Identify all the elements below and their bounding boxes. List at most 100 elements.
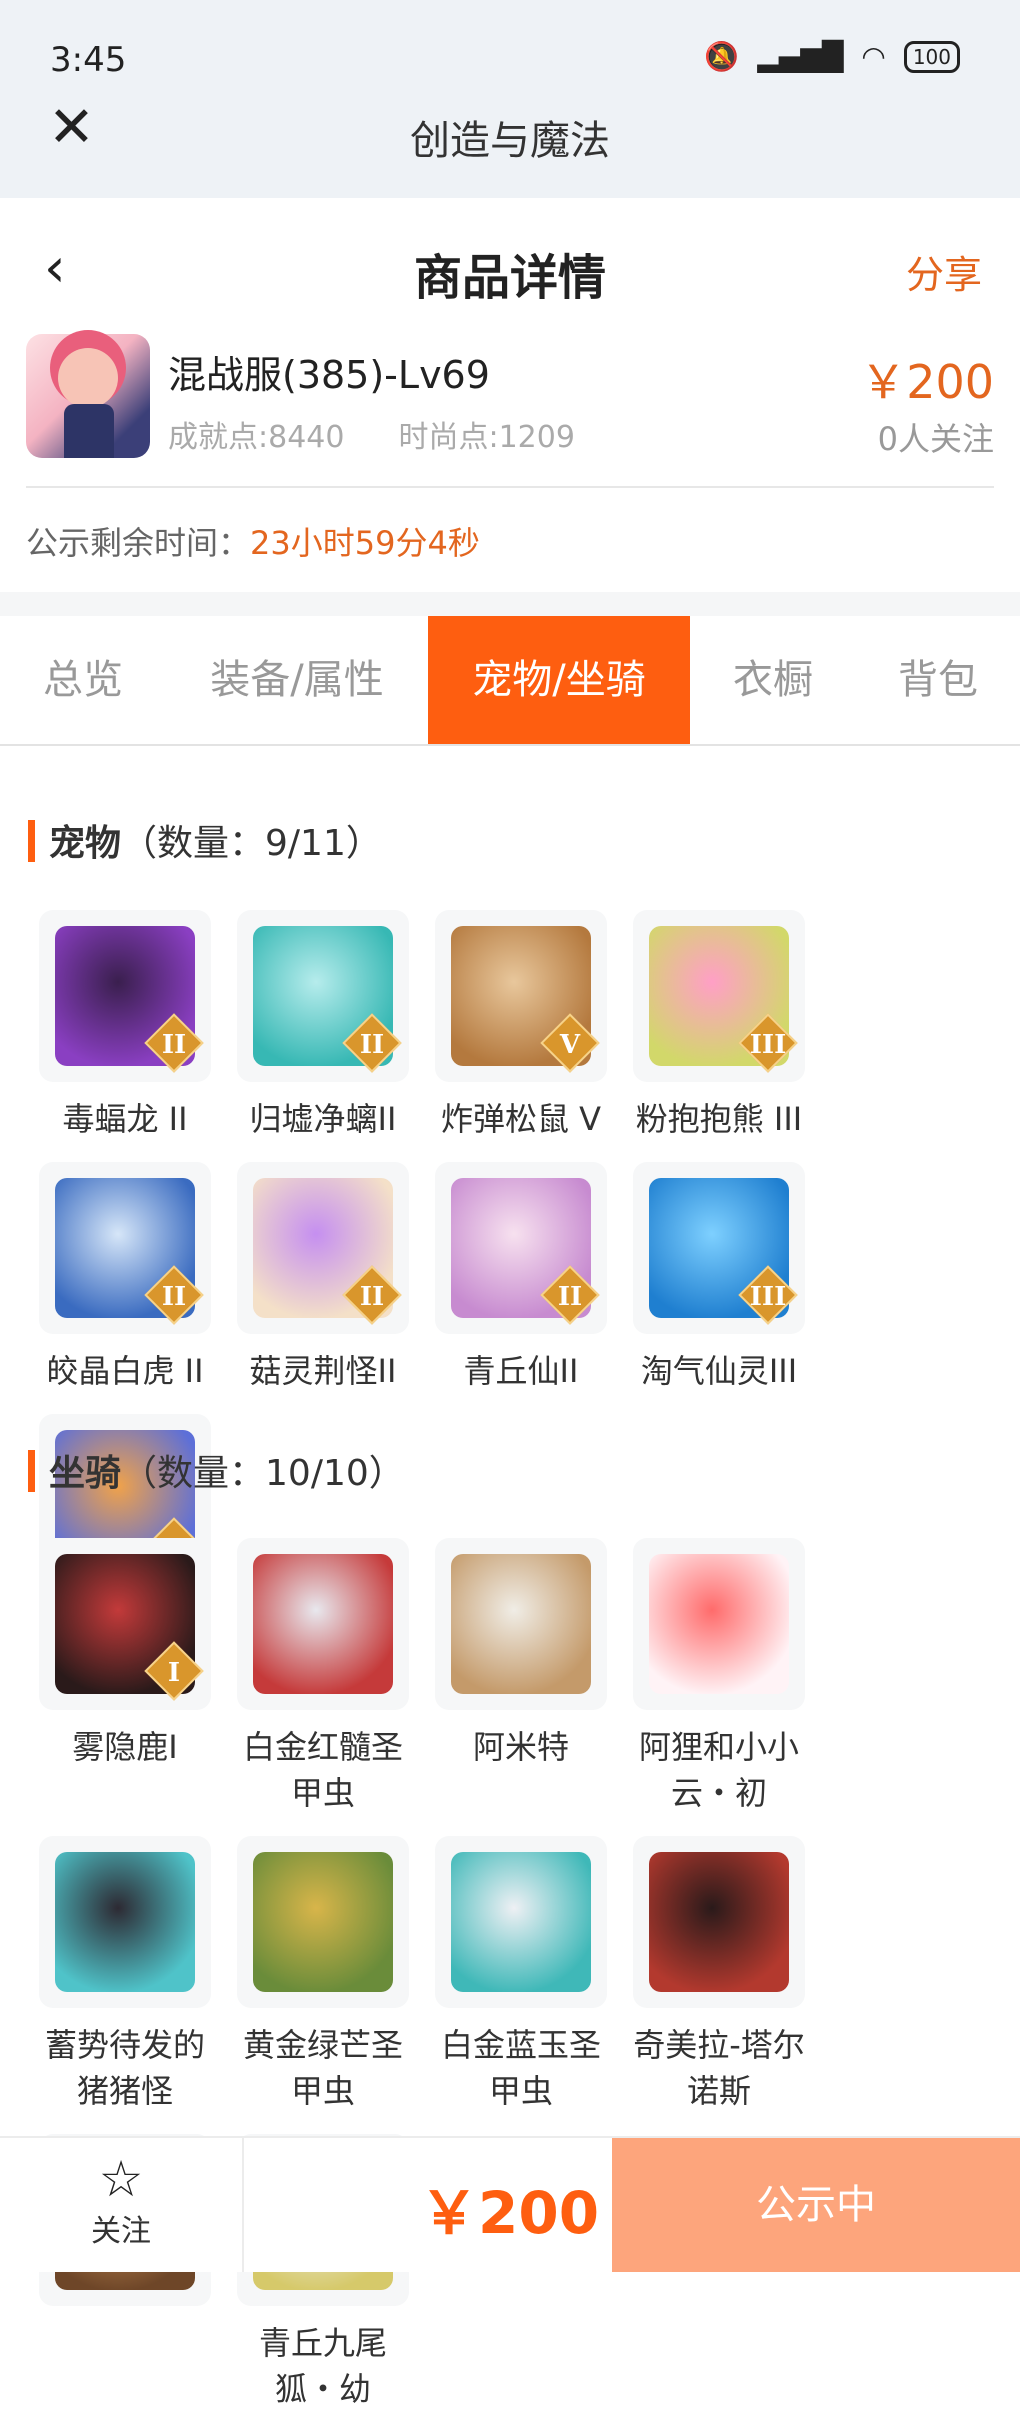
pet-item-label: 归墟净螭II xyxy=(249,1100,397,1138)
pet-item[interactable]: II 菇灵荆怪II xyxy=(224,1162,422,1394)
bottom-price: ￥200 xyxy=(420,2179,600,2247)
timer-value: 23小时59分4秒 xyxy=(250,524,480,562)
product-summary: 混战服(385)-Lv69 成就点:8440 时尚点:1209 ￥200 0人关… xyxy=(26,334,994,488)
star-icon: ☆ xyxy=(98,2150,144,2208)
pet-item-label: 毒蝠龙 II xyxy=(62,1100,188,1138)
mount-item-label: 白金蓝玉圣甲虫 xyxy=(440,2026,601,2110)
tier-badge-text: V xyxy=(559,1030,581,1060)
follow-label: 关注 xyxy=(91,2214,151,2249)
pet-item[interactable]: III 粉抱抱熊 III xyxy=(620,910,818,1142)
tab-bar: 总览 装备/属性 宠物/坐骑 衣橱 背包 xyxy=(0,616,1020,746)
mount-item[interactable]: 白金红髓圣甲虫 xyxy=(224,1538,422,1816)
pet-item-label: 菇灵荆怪II xyxy=(249,1352,397,1390)
pet-item[interactable]: V 炸弹松鼠 V xyxy=(422,910,620,1142)
mount-item[interactable]: 阿米特 xyxy=(422,1538,620,1816)
share-button[interactable]: 分享 xyxy=(906,244,982,299)
tier-badge-text: II xyxy=(161,1030,187,1060)
mount-item[interactable]: 白金蓝玉圣甲虫 xyxy=(422,1836,620,2114)
nav-header: ‹ 商品详情 分享 xyxy=(0,198,1020,334)
mount-item-label: 奇美拉-塔尔诺斯 xyxy=(633,2026,805,2110)
mount-item-art xyxy=(649,1554,789,1694)
mounts-grid: I 雾隐鹿I 白金红髓圣甲虫 阿米特 阿狸和小小云・初蓄势待发的猪猪怪 黄金绿芒圣甲虫 白金… xyxy=(26,1538,998,2432)
product-stats: 成就点:8440 时尚点:1209 xyxy=(168,412,575,456)
publicity-status-button[interactable]: 公示中 xyxy=(612,2138,1020,2272)
pet-item-thumbnail: II xyxy=(237,910,409,1082)
mounts-section-title: 坐骑（数量：10/10） xyxy=(28,1444,405,1496)
achievement-points: 成就点:8440 xyxy=(168,420,345,455)
tier-badge-text: II xyxy=(161,1282,187,1312)
mute-icon: 🔕 xyxy=(704,40,740,73)
mount-item[interactable]: 奇美拉-塔尔诺斯 xyxy=(620,1836,818,2114)
mount-item[interactable]: I 雾隐鹿I xyxy=(26,1538,224,1816)
battery-icon: 100 xyxy=(903,40,960,73)
tier-badge-text: II xyxy=(359,1030,385,1060)
mount-item-label: 阿狸和小小云・初 xyxy=(638,1728,799,1812)
character-avatar xyxy=(26,334,150,458)
mount-item[interactable]: 蓄势待发的猪猪怪 xyxy=(26,1836,224,2114)
pet-item[interactable]: II 青丘仙II xyxy=(422,1162,620,1394)
bottom-action-bar: ☆ 关注 ￥200 公示中 xyxy=(0,2136,1020,2272)
mount-item-thumbnail xyxy=(39,1836,211,2008)
mount-item-art xyxy=(55,1852,195,1992)
tab-equipment[interactable]: 装备/属性 xyxy=(166,616,428,744)
mount-item-art xyxy=(451,1852,591,1992)
page-title: 商品详情 xyxy=(413,250,606,306)
mount-item[interactable]: 阿狸和小小云・初 xyxy=(620,1538,818,1816)
section-marker xyxy=(28,1450,35,1492)
timer-label: 公示剩余时间： xyxy=(26,524,251,562)
pet-item-thumbnail: III xyxy=(633,910,805,1082)
pets-section-title: 宠物（数量：9/11） xyxy=(28,814,382,866)
status-icons: 🔕 ▂▄▆█ ◠ 100 xyxy=(704,40,960,73)
pet-item[interactable]: II 归墟净螭II xyxy=(224,910,422,1142)
pet-item-label: 炸弹松鼠 V xyxy=(440,1100,602,1138)
follower-count: 0人关注 xyxy=(877,420,994,458)
mount-item-label: 蓄势待发的猪猪怪 xyxy=(44,2026,205,2110)
mount-item-thumbnail xyxy=(633,1836,805,2008)
pet-item[interactable]: III 淘气仙灵III xyxy=(620,1162,818,1394)
mount-item-thumbnail xyxy=(435,1836,607,2008)
fashion-points: 时尚点:1209 xyxy=(398,420,575,455)
app-title: 创造与魔法 xyxy=(410,118,610,164)
pet-item-label: 皎晶白虎 II xyxy=(46,1352,204,1390)
signal-icon: ▂▄▆█ xyxy=(757,40,844,73)
mount-item-label: 阿米特 xyxy=(472,1728,569,1766)
mount-item-art xyxy=(253,1852,393,1992)
tier-badge-text: II xyxy=(557,1282,583,1312)
pet-item-thumbnail: V xyxy=(435,910,607,1082)
tab-overview[interactable]: 总览 xyxy=(0,616,166,744)
mount-item-thumbnail xyxy=(633,1538,805,1710)
mount-item-art xyxy=(451,1554,591,1694)
mount-item-thumbnail xyxy=(435,1538,607,1710)
publicity-timer: 公示剩余时间：23小时59分4秒 xyxy=(26,518,480,564)
top-bar: 3:45 🔕 ▂▄▆█ ◠ 100 ✕ 创造与魔法 xyxy=(0,0,1020,198)
product-price: ￥200 xyxy=(860,355,994,409)
tab-bag[interactable]: 背包 xyxy=(856,616,1020,744)
tab-pets-mounts[interactable]: 宠物/坐骑 xyxy=(428,616,690,744)
tier-badge-text: II xyxy=(359,1282,385,1312)
pet-item[interactable]: II 毒蝠龙 II xyxy=(26,910,224,1142)
section-marker xyxy=(28,820,35,862)
mount-item-art xyxy=(649,1852,789,1992)
pet-item-thumbnail: II xyxy=(39,910,211,1082)
mount-item[interactable]: 黄金绿芒圣甲虫 xyxy=(224,1836,422,2114)
pet-item-thumbnail: II xyxy=(237,1162,409,1334)
mount-item-thumbnail xyxy=(237,1538,409,1710)
pet-item-label: 淘气仙灵III xyxy=(640,1352,798,1390)
mount-item-thumbnail xyxy=(237,1836,409,2008)
pet-item-thumbnail: III xyxy=(633,1162,805,1334)
tab-wardrobe[interactable]: 衣橱 xyxy=(690,616,856,744)
mount-item-thumbnail: I xyxy=(39,1538,211,1710)
mount-item-art xyxy=(253,1554,393,1694)
mount-item-label: 雾隐鹿I xyxy=(72,1728,178,1766)
pet-item-label: 青丘仙II xyxy=(463,1352,579,1390)
mounts-count: （数量：10/10） xyxy=(121,1453,405,1494)
pet-item-label: 粉抱抱熊 III xyxy=(635,1100,803,1138)
tier-badge-text: III xyxy=(749,1282,787,1312)
mount-item-label: 黄金绿芒圣甲虫 xyxy=(242,2026,403,2110)
pet-item-thumbnail: II xyxy=(39,1162,211,1334)
pet-item[interactable]: II 皎晶白虎 II xyxy=(26,1162,224,1394)
mount-item-label: 白金红髓圣甲虫 xyxy=(242,1728,403,1812)
pet-item-thumbnail: II xyxy=(435,1162,607,1334)
wifi-icon: ◠ xyxy=(861,40,886,73)
follow-button[interactable]: ☆ 关注 xyxy=(0,2138,244,2272)
